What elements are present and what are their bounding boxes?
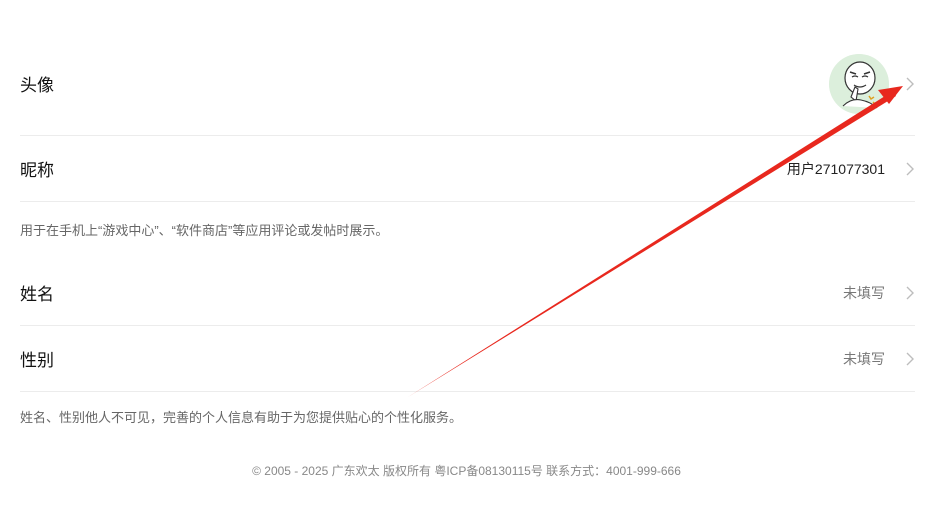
gender-row[interactable]: 性别 未填写 [20, 326, 915, 392]
name-value: 未填写 [843, 284, 885, 301]
meme-face-icon [829, 53, 889, 114]
chevron-right-icon [906, 352, 914, 365]
name-row[interactable]: 姓名 未填写 [20, 260, 915, 326]
avatar-label: 头像 [20, 76, 54, 95]
avatar[interactable] [829, 53, 889, 114]
profile-list: 头像 昵称 用户271077301 用于在手机上“游戏中心”、“软件商店”等应用… [20, 0, 915, 426]
nickname-label: 昵称 [20, 161, 54, 180]
name-label: 姓名 [20, 285, 54, 304]
gender-row-right: 未填写 [843, 349, 915, 369]
footer-copyright: © 2005 - 2025 广东欢太 版权所有 粤ICP备08130115号 联… [252, 464, 681, 478]
chevron-right-icon [906, 286, 914, 299]
avatar-row[interactable]: 头像 [20, 0, 915, 136]
name-row-right: 未填写 [843, 283, 915, 303]
nickname-value: 用户271077301 [786, 160, 885, 177]
nickname-hint: 用于在手机上“游戏中心”、“软件商店”等应用评论或发帖时展示。 [20, 223, 389, 238]
gender-value: 未填写 [843, 350, 885, 367]
gender-label: 性别 [20, 351, 54, 370]
chevron-right-icon [906, 77, 914, 90]
nickname-row[interactable]: 昵称 用户271077301 [20, 136, 915, 202]
nickname-row-right: 用户271077301 [787, 159, 915, 179]
privacy-hint: 姓名、性别他人不可见，完善的个人信息有助于为您提供贴心的个性化服务。 [20, 410, 463, 425]
chevron-right-icon [906, 162, 914, 175]
avatar-row-right [829, 53, 915, 114]
